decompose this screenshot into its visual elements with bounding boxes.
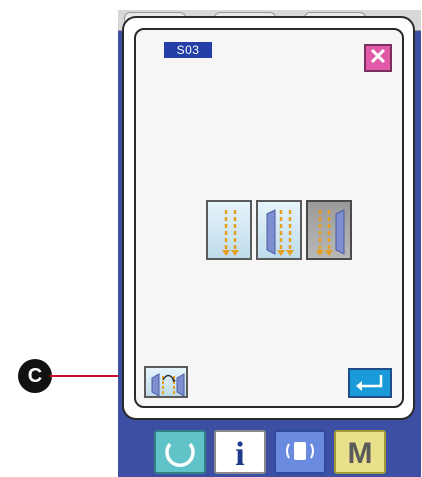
stitch-with-fabric-button[interactable] (256, 200, 302, 260)
double-row-stitch-button[interactable] (306, 200, 352, 260)
ready-icon (165, 442, 195, 468)
lcd-screen: S03 ✕ (122, 16, 415, 420)
single-row-stitch-icon (222, 210, 239, 256)
enter-button[interactable] (348, 368, 392, 398)
stitch-with-fabric-icon (266, 209, 294, 256)
ready-button[interactable] (154, 430, 206, 474)
close-button[interactable]: ✕ (364, 44, 392, 72)
single-row-stitch-button[interactable] (206, 200, 252, 260)
close-icon: ✕ (368, 44, 388, 69)
flip-pattern-icon (151, 373, 185, 397)
bottom-function-bar: i M (118, 424, 421, 477)
communication-button[interactable] (274, 430, 326, 474)
screen-code-label: S03 (164, 42, 212, 58)
dialog-panel: S03 ✕ (134, 28, 404, 408)
communication-icon (286, 442, 314, 460)
double-row-stitch-icon (316, 209, 345, 256)
mode-button[interactable]: M (334, 430, 386, 474)
flip-pattern-button[interactable] (144, 366, 188, 398)
callout-marker: C (18, 359, 52, 393)
info-icon: i (235, 436, 245, 473)
operation-panel: S03 ✕ i M (118, 10, 421, 477)
information-button[interactable]: i (214, 430, 266, 474)
enter-icon (356, 375, 383, 391)
mode-label: M (347, 437, 373, 470)
